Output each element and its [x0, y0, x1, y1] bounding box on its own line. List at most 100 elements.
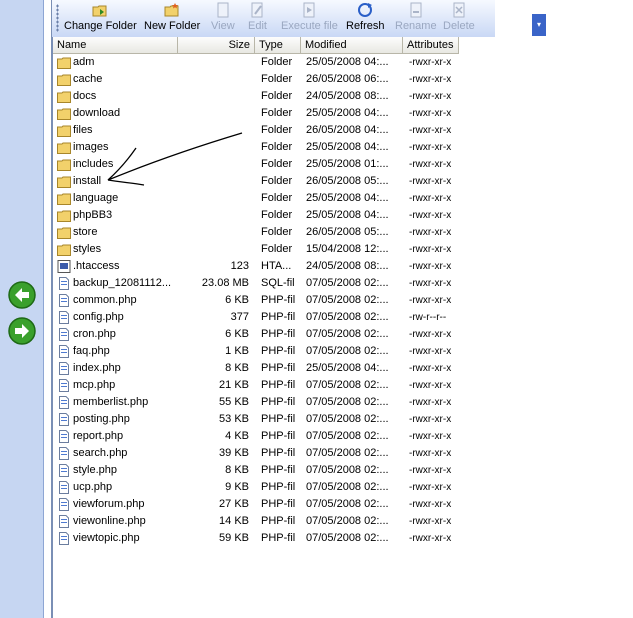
file-type: Folder — [261, 158, 293, 170]
file-row[interactable]: search.php 39 KB PHP-fil 07/05/2008 02:... -… — [53, 445, 633, 462]
file-type: Folder — [261, 107, 293, 119]
file-row[interactable]: cron.php 6 KB PHP-fil 07/05/2008 02:... -rwx… — [53, 326, 633, 343]
rename-button[interactable]: Rename — [395, 2, 437, 34]
file-modified: 07/05/2008 02:... — [306, 328, 389, 340]
file-row[interactable]: language Folder 25/05/2008 04:... -rwxr-xr-… — [53, 190, 633, 207]
column-attributes[interactable]: Attributes — [403, 37, 459, 53]
file-modified: 15/04/2008 12:... — [306, 243, 389, 255]
refresh-button[interactable]: Refresh — [346, 2, 385, 34]
file-type: PHP-fil — [261, 498, 296, 510]
folder-icon — [57, 88, 71, 105]
file-type: PHP-fil — [261, 413, 296, 425]
edit-button[interactable]: Edit — [248, 2, 267, 34]
file-row[interactable]: styles Folder 15/04/2008 12:... -rwxr-xr-x — [53, 241, 633, 258]
file-row[interactable]: report.php 4 KB PHP-fil 07/05/2008 02:... -r… — [53, 428, 633, 445]
file-modified: 07/05/2008 02:... — [306, 515, 389, 527]
file-row[interactable]: files Folder 26/05/2008 04:... -rwxr-xr-x — [53, 122, 633, 139]
folder-icon — [57, 207, 71, 224]
file-modified: 26/05/2008 05:... — [306, 175, 389, 187]
file-row[interactable]: viewforum.php 27 KB PHP-fil 07/05/2008 02:.… — [53, 496, 633, 513]
file-row[interactable]: phpBB3 Folder 25/05/2008 04:... -rwxr-xr-x — [53, 207, 633, 224]
column-modified[interactable]: Modified — [301, 37, 403, 53]
file-modified: 07/05/2008 02:... — [306, 345, 389, 357]
delete-button[interactable]: Delete — [443, 2, 475, 34]
file-modified: 24/05/2008 08:... — [306, 90, 389, 102]
file-size: 123 — [230, 260, 249, 272]
file-row[interactable]: style.php 8 KB PHP-fil 07/05/2008 02:... -rw… — [53, 462, 633, 479]
file-attributes: -rw-r--r-- — [409, 312, 447, 323]
file-modified: 07/05/2008 02:... — [306, 277, 389, 289]
file-name: viewtopic.php — [73, 532, 140, 544]
file-attributes: -rwxr-xr-x — [409, 278, 452, 289]
file-row[interactable]: memberlist.php 55 KB PHP-fil 07/05/2008 02:… — [53, 394, 633, 411]
file-icon — [57, 326, 71, 343]
rename-icon — [410, 2, 422, 18]
toolbar-grip[interactable] — [56, 4, 59, 32]
file-name: docs — [73, 90, 97, 102]
file-row[interactable]: posting.php 53 KB PHP-fil 07/05/2008 02:...… — [53, 411, 633, 428]
file-modified: 25/05/2008 04:... — [306, 107, 389, 119]
file-type: PHP-fil — [261, 447, 296, 459]
file-attributes: -rwxr-xr-x — [409, 125, 452, 136]
file-row[interactable]: store Folder 26/05/2008 05:... -rwxr-xr-x — [53, 224, 633, 241]
file-type: PHP-fil — [261, 362, 296, 374]
file-row[interactable]: images Folder 25/05/2008 04:... -rwxr-xr-x — [53, 139, 633, 156]
file-name: mcp.php — [73, 379, 116, 391]
file-row[interactable]: viewtopic.php 59 KB PHP-fil 07/05/2008 02:.… — [53, 530, 633, 547]
file-modified: 25/05/2008 01:... — [306, 158, 389, 170]
view-button[interactable]: View — [211, 2, 235, 34]
file-type: Folder — [261, 124, 293, 136]
column-name[interactable]: Name — [53, 37, 178, 53]
file-row[interactable]: includes Folder 25/05/2008 01:... -rwxr-xr-… — [53, 156, 633, 173]
file-name: common.php — [73, 294, 137, 306]
file-row[interactable]: install Folder 26/05/2008 05:... -rwxr-xr-x — [53, 173, 633, 190]
file-attributes: -rwxr-xr-x — [409, 57, 452, 68]
file-row[interactable]: common.php 6 KB PHP-fil 07/05/2008 02:... -r… — [53, 292, 633, 309]
column-size[interactable]: Size — [178, 37, 255, 53]
file-name: memberlist.php — [73, 396, 149, 408]
file-row[interactable]: ucp.php 9 KB PHP-fil 07/05/2008 02:... -rwxr… — [53, 479, 633, 496]
file-row[interactable]: index.php 8 KB PHP-fil 25/05/2008 04:... -rw… — [53, 360, 633, 377]
file-attributes: -rwxr-xr-x — [409, 193, 452, 204]
new-folder-button[interactable]: New Folder — [144, 2, 200, 34]
file-type: SQL-fil — [261, 277, 295, 289]
column-type[interactable]: Type — [255, 37, 301, 53]
file-row[interactable]: mcp.php 21 KB PHP-fil 07/05/2008 02:... -rwx… — [53, 377, 633, 394]
toolbar-overflow-icon[interactable]: ▾ — [532, 14, 546, 36]
file-size: 6 KB — [225, 328, 249, 340]
change-folder-button[interactable]: Change Folder — [64, 2, 137, 34]
file-row[interactable]: docs Folder 24/05/2008 08:... -rwxr-xr-x — [53, 88, 633, 105]
file-modified: 25/05/2008 04:... — [306, 362, 389, 374]
arrow-right-icon[interactable] — [7, 316, 37, 346]
file-row[interactable]: config.php 377 PHP-fil 07/05/2008 02:... -rw… — [53, 309, 633, 326]
file-modified: 24/05/2008 08:... — [306, 260, 389, 272]
file-attributes: -rwxr-xr-x — [409, 414, 452, 425]
file-row[interactable]: cache Folder 26/05/2008 06:... -rwxr-xr-x — [53, 71, 633, 88]
file-modified: 07/05/2008 02:... — [306, 379, 389, 391]
file-name: .htaccess — [73, 260, 120, 272]
file-row[interactable]: download Folder 25/05/2008 04:... -rwxr-xr-… — [53, 105, 633, 122]
file-row[interactable]: adm Folder 25/05/2008 04:... -rwxr-xr-x — [53, 54, 633, 71]
file-row[interactable]: .htaccess 123 HTA... 24/05/2008 08:... -rwxr… — [53, 258, 633, 275]
toolbar: Change Folder New Folder View Edit Execu… — [52, 0, 546, 38]
file-row[interactable]: backup_12081112... 23.08 MB SQL-fil 07/05/2… — [53, 275, 633, 292]
file-row[interactable]: viewonline.php 14 KB PHP-fil 07/05/2008 02:… — [53, 513, 633, 530]
file-icon — [57, 496, 71, 513]
file-type: Folder — [261, 175, 293, 187]
file-icon — [57, 462, 71, 479]
file-name: cron.php — [73, 328, 116, 340]
view-icon — [217, 2, 229, 18]
file-type: PHP-fil — [261, 294, 296, 306]
file-modified: 25/05/2008 04:... — [306, 209, 389, 221]
file-modified: 25/05/2008 04:... — [306, 192, 389, 204]
file-name: faq.php — [73, 345, 110, 357]
file-icon — [57, 428, 71, 445]
file-type: PHP-fil — [261, 481, 296, 493]
arrow-left-icon[interactable] — [7, 280, 37, 310]
execute-file-button[interactable]: Execute file — [281, 2, 338, 34]
file-type: Folder — [261, 73, 293, 85]
pane-divider[interactable] — [44, 0, 52, 618]
file-name: posting.php — [73, 413, 130, 425]
file-row[interactable]: faq.php 1 KB PHP-fil 07/05/2008 02:... -rwxr… — [53, 343, 633, 360]
file-modified: 07/05/2008 02:... — [306, 311, 389, 323]
